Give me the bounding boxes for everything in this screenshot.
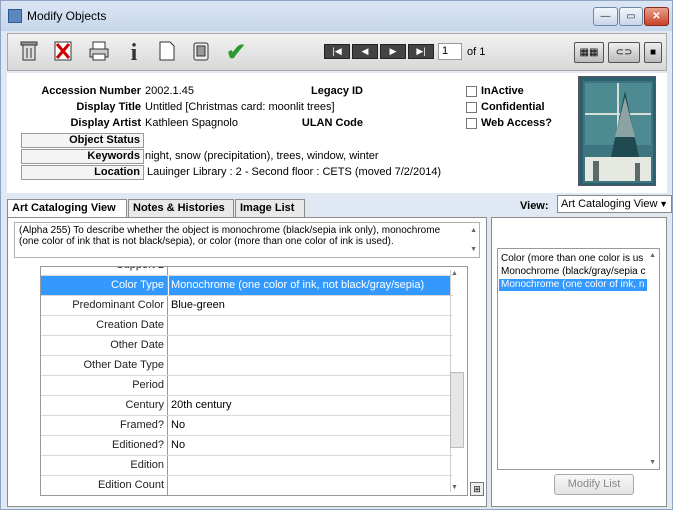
print-icon[interactable]: [86, 40, 112, 66]
modify-list-button[interactable]: Modify List: [554, 474, 634, 495]
toolbar: i ✔ |◀ ◀ ▶ ▶| 1 of 1 ▦▦ ⊂⊃ ■: [7, 33, 667, 71]
confidential-label: Confidential: [481, 101, 545, 113]
legacy-id-label: Legacy ID: [311, 85, 363, 97]
grid-row-key: Other Date: [41, 336, 168, 355]
chevron-down-icon: ▼: [659, 199, 668, 209]
grid-row-predominant-color[interactable]: Predominant Color Blue-green: [41, 296, 453, 316]
ulan-code-label: ULAN Code: [301, 117, 363, 129]
grid-row-value[interactable]: No: [171, 416, 185, 435]
link-view-icon[interactable]: ⊂⊃: [608, 42, 640, 63]
grid-row-other-date-type[interactable]: Other Date Type: [41, 356, 453, 376]
accession-number-value[interactable]: 2002.1.45: [145, 85, 194, 97]
display-title-value[interactable]: Untitled [Christmas card: moonlit trees]: [145, 101, 335, 113]
grid-view-icon[interactable]: ▦▦: [574, 42, 604, 63]
list-scroll-up-icon[interactable]: ▲: [649, 252, 656, 259]
grid-row-value[interactable]: Monochrome (one color of ink, not black/…: [169, 276, 451, 295]
scroll-up-icon[interactable]: ▲: [470, 225, 477, 236]
grid-scrollbar-thumb[interactable]: [450, 372, 464, 448]
previous-record-button[interactable]: ◀: [352, 44, 378, 59]
grid-row-editioned[interactable]: Editioned? No: [41, 436, 453, 456]
app-icon: [8, 9, 22, 23]
accession-number-label: Accession Number: [41, 85, 141, 97]
next-record-button[interactable]: ▶: [380, 44, 406, 59]
location-label: Location: [21, 165, 144, 180]
grid-row-value[interactable]: Blue-green: [171, 296, 225, 315]
location-value[interactable]: Lauinger Library : 2 - Second floor : CE…: [147, 166, 441, 178]
web-access-checkbox[interactable]: [466, 118, 477, 129]
grid-row-edition[interactable]: Edition: [41, 456, 453, 476]
grid-row-value[interactable]: No: [171, 436, 185, 455]
grid-row-key: Predominant Color: [41, 296, 168, 315]
grid-row-period[interactable]: Period: [41, 376, 453, 396]
inactive-checkbox[interactable]: [466, 86, 477, 97]
tab-notes-histories[interactable]: Notes & Histories: [128, 199, 234, 217]
grid-row-edition-count[interactable]: Edition Count: [41, 476, 453, 495]
grid-row-key: Other Date Type: [41, 356, 168, 375]
cancel-edit-icon[interactable]: [50, 40, 76, 66]
grid-row-key: Century: [41, 396, 168, 415]
first-record-button[interactable]: |◀: [324, 44, 350, 59]
copy-record-icon[interactable]: [188, 40, 214, 66]
list-item-selected[interactable]: Monochrome (one color of ink, n: [499, 279, 647, 291]
minimize-button[interactable]: —: [593, 7, 618, 26]
display-artist-value[interactable]: Kathleen Spagnolo: [145, 117, 238, 129]
form-view-icon[interactable]: ■: [644, 42, 662, 63]
field-description: (Alpha 255) To describe whether the obje…: [14, 222, 480, 258]
object-header-panel: Accession Number 2002.1.45 Display Title…: [7, 73, 667, 193]
grid-scroll-up-icon[interactable]: ▲: [451, 270, 458, 277]
view-select[interactable]: Art Cataloging View ▼: [557, 195, 672, 213]
grid-row-creation-date[interactable]: Creation Date: [41, 316, 453, 336]
confidential-checkbox[interactable]: [466, 102, 477, 113]
last-record-button[interactable]: ▶|: [408, 44, 434, 59]
record-number-input[interactable]: 1: [438, 43, 462, 60]
keywords-label: Keywords: [21, 149, 144, 164]
object-thumbnail-image[interactable]: [578, 76, 656, 186]
scroll-down-icon[interactable]: ▼: [470, 244, 477, 255]
grid-row-key: Framed?: [41, 416, 168, 435]
maximize-button[interactable]: ▭: [619, 7, 643, 26]
grid-row-framed[interactable]: Framed? No: [41, 416, 453, 436]
grid-row-key: Period: [41, 376, 168, 395]
list-item[interactable]: Color (more than one color is us: [499, 253, 647, 265]
web-access-label: Web Access?: [481, 117, 552, 129]
view-label: View:: [520, 200, 549, 212]
list-scroll-down-icon[interactable]: ▼: [649, 459, 656, 466]
delete-icon[interactable]: [16, 40, 42, 66]
grid-row-value[interactable]: 20th century: [171, 396, 232, 415]
grid-row-other-date[interactable]: Other Date: [41, 336, 453, 356]
art-cataloging-panel: (Alpha 255) To describe whether the obje…: [7, 217, 487, 507]
grid-row-key: Support 2: [41, 267, 168, 275]
tab-art-cataloging-view[interactable]: Art Cataloging View: [7, 199, 127, 217]
value-options-list[interactable]: Color (more than one color is us Monochr…: [497, 248, 660, 470]
grid-scroll-down-icon[interactable]: ▼: [451, 484, 458, 491]
value-list-panel: Color (more than one color is us Monochr…: [491, 217, 667, 507]
tab-image-list[interactable]: Image List: [235, 199, 305, 217]
display-artist-label: Display Artist: [70, 117, 141, 129]
title-bar: Modify Objects — ▭ ✕: [1, 1, 672, 31]
grid-row-century[interactable]: Century 20th century: [41, 396, 453, 416]
grid-row-key: Creation Date: [41, 316, 168, 335]
list-item[interactable]: Monochrome (black/gray/sepia c: [499, 266, 647, 278]
object-status-label: Object Status: [21, 133, 144, 148]
window-title: Modify Objects: [27, 9, 107, 23]
record-count: of 1: [467, 46, 486, 58]
grid-row-key: Color Type: [41, 276, 168, 295]
keywords-value[interactable]: night, snow (precipitation), trees, wind…: [145, 150, 379, 162]
view-select-value: Art Cataloging View: [561, 198, 658, 210]
modify-objects-window: Modify Objects — ▭ ✕ i ✔ |◀ ◀ ▶ ▶| 1 of …: [0, 0, 673, 510]
attribute-grid: Support 2 Color Type Monochrome (one col…: [40, 266, 468, 496]
info-icon[interactable]: i: [121, 40, 147, 66]
new-document-icon[interactable]: [154, 40, 180, 66]
save-checkmark-icon[interactable]: ✔: [223, 40, 249, 66]
field-description-text: (Alpha 255) To describe whether the obje…: [19, 225, 441, 247]
close-button[interactable]: ✕: [644, 7, 669, 26]
grid-row-key: Edition: [41, 456, 168, 475]
grid-row-key: Edition Count: [41, 476, 168, 495]
grid-row-support-2[interactable]: Support 2: [41, 267, 453, 276]
display-title-label: Display Title: [76, 101, 141, 113]
inactive-label: InActive: [481, 85, 524, 97]
expand-icon[interactable]: ⊞: [470, 482, 484, 496]
grid-row-key: Editioned?: [41, 436, 168, 455]
grid-row-color-type[interactable]: Color Type Monochrome (one color of ink,…: [41, 276, 453, 296]
